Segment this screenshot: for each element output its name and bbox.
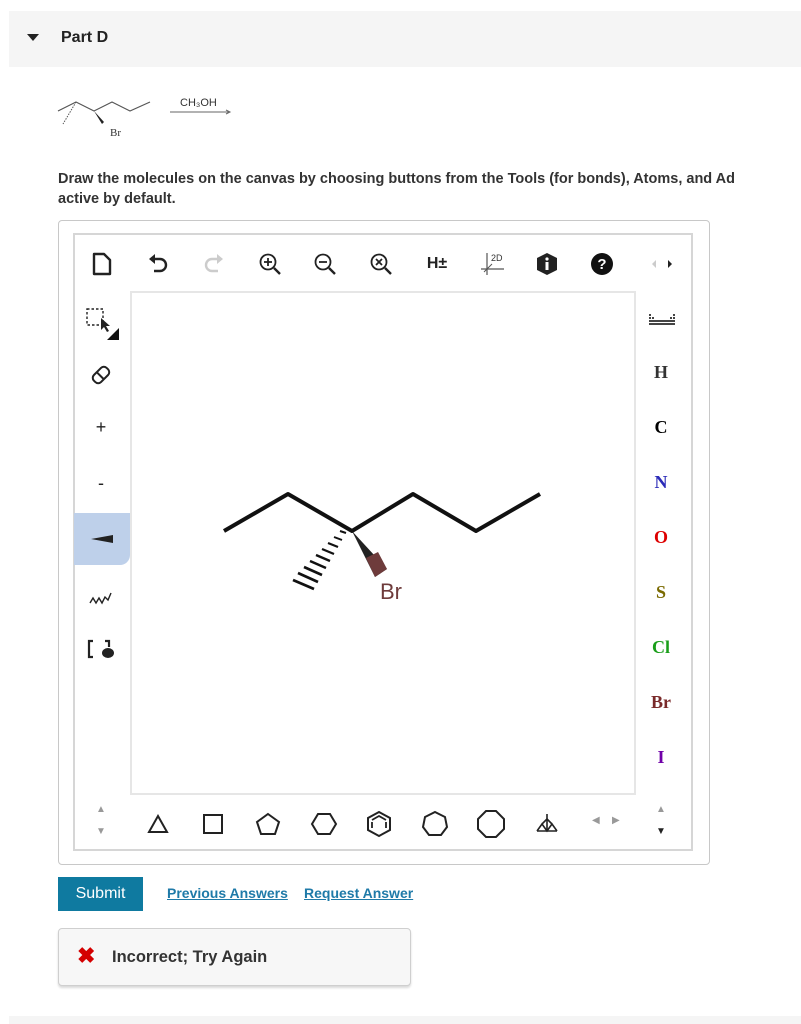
wedge-bond xyxy=(94,111,104,124)
shapes-next-icon[interactable]: ▶ xyxy=(612,815,620,826)
zoom-reset-icon[interactable] xyxy=(365,248,397,280)
cyclooctane-icon[interactable] xyxy=(473,808,509,840)
instructions-line-2: active by default. xyxy=(58,191,176,207)
reagent-label: CH₃OH xyxy=(180,97,217,109)
bracket-icon[interactable] xyxy=(78,626,124,672)
cyclohexane-icon[interactable] xyxy=(306,808,342,840)
atom-h-button[interactable]: H xyxy=(642,362,680,383)
bond-wedge-icon[interactable] xyxy=(74,513,130,565)
atom-cl-button[interactable]: Cl xyxy=(642,637,680,658)
scroll-down-icon[interactable]: ▼ xyxy=(96,826,106,837)
part-header[interactable] xyxy=(9,11,801,67)
feedback-box: ✖ Incorrect; Try Again xyxy=(58,928,411,986)
feedback-message: Incorrect; Try Again xyxy=(112,948,268,966)
part-title: Part D xyxy=(61,29,109,46)
br-atom-label[interactable]: Br xyxy=(380,579,402,604)
drawn-molecule[interactable]: Br xyxy=(200,470,560,610)
incorrect-x-icon: ✖ xyxy=(77,943,96,968)
selection-icon[interactable] xyxy=(78,299,124,345)
chain-icon[interactable] xyxy=(78,574,124,620)
atom-br-button[interactable]: Br xyxy=(642,692,680,713)
bicyclic-icon[interactable] xyxy=(529,808,565,840)
explicit-hydrogens-button[interactable]: H± xyxy=(420,248,454,280)
reaction-scheme: Br CH₃OH xyxy=(57,97,232,139)
hashed-bond[interactable] xyxy=(292,530,347,591)
new-document-icon[interactable] xyxy=(86,248,118,280)
undo-icon[interactable] xyxy=(142,248,174,280)
atom-i-button[interactable]: I xyxy=(642,747,680,768)
panel-arrows-icon[interactable] xyxy=(645,248,679,280)
next-part-strip xyxy=(9,1016,801,1024)
previous-answers-link[interactable]: Previous Answers xyxy=(167,885,288,901)
atom-n-button[interactable]: N xyxy=(642,472,680,493)
cyclobutane-icon[interactable] xyxy=(195,808,231,840)
redo-icon[interactable] xyxy=(198,248,230,280)
carbon-skeleton[interactable] xyxy=(222,492,542,533)
reactant-br-label: Br xyxy=(110,127,121,139)
help-icon[interactable]: ? xyxy=(586,248,618,280)
atom-c-button[interactable]: C xyxy=(642,417,680,438)
info-icon[interactable] xyxy=(531,248,563,280)
benzene-icon[interactable] xyxy=(361,808,397,840)
charge-minus-button[interactable]: - xyxy=(78,460,124,506)
instructions: Draw the molecules on the canvas by choo… xyxy=(58,169,801,209)
atom-o-button[interactable]: O xyxy=(642,527,680,548)
periodic-table-icon[interactable] xyxy=(646,305,678,333)
cycloheptane-icon[interactable] xyxy=(417,808,453,840)
shapes-prev-icon[interactable]: ◀ xyxy=(592,815,600,826)
atom-s-button[interactable]: S xyxy=(642,582,680,603)
collapse-caret-icon[interactable] xyxy=(27,34,39,41)
charge-plus-button[interactable]: + xyxy=(78,404,124,450)
submit-button[interactable]: Submit xyxy=(58,877,143,911)
cyclopropane-icon[interactable] xyxy=(140,808,176,840)
eraser-icon[interactable] xyxy=(78,352,124,398)
request-answer-link[interactable]: Request Answer xyxy=(304,885,413,901)
atoms-scroll-down-icon[interactable]: ▼ xyxy=(656,826,666,837)
atoms-scroll-up-icon[interactable]: ▲ xyxy=(656,804,666,815)
cyclopentane-icon[interactable] xyxy=(250,808,286,840)
clean-2d-label: 2D xyxy=(491,253,503,263)
scroll-up-icon[interactable]: ▲ xyxy=(96,804,106,815)
clean-2d-icon[interactable]: 2D xyxy=(476,248,508,280)
zoom-out-icon[interactable] xyxy=(309,248,341,280)
zoom-in-icon[interactable] xyxy=(254,248,286,280)
svg-text:?: ? xyxy=(597,256,606,273)
instructions-line-1: Draw the molecules on the canvas by choo… xyxy=(58,171,735,187)
